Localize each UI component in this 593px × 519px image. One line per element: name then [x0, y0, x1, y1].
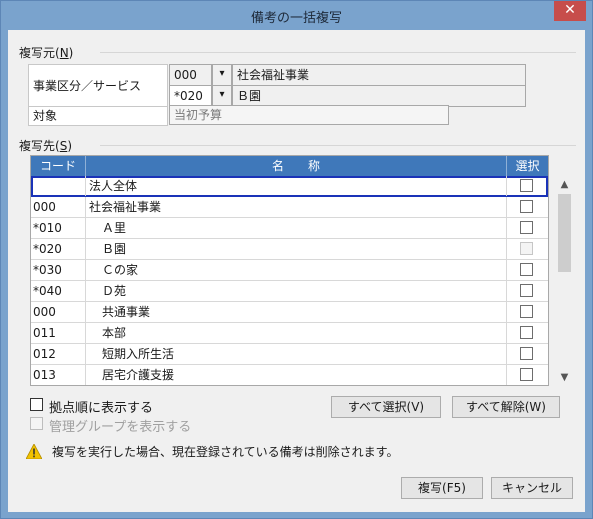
row-name: Ｂ園	[86, 239, 507, 259]
table-row[interactable]: 013 居宅介護支援	[31, 365, 548, 385]
row-name: 居宅介護支援	[86, 365, 507, 385]
table-row[interactable]: *010 Ａ里	[31, 218, 548, 239]
row-select-checkbox[interactable]	[520, 263, 533, 276]
dest-divider	[100, 145, 576, 146]
row-select-cell	[507, 239, 548, 259]
chevron-down-icon: ▾	[219, 89, 225, 100]
title-bar[interactable]: 備考の一括複写 ✕	[1, 1, 592, 30]
row-select-checkbox[interactable]	[520, 200, 533, 213]
division-label: 事業区分／サービス	[28, 64, 168, 108]
row-name: 短期入所生活	[86, 344, 507, 364]
source-divider	[100, 52, 576, 53]
source-heading: 複写元(N)	[19, 46, 74, 60]
row-select-checkbox[interactable]	[520, 326, 533, 339]
row-select-checkbox[interactable]	[520, 284, 533, 297]
row-select-cell	[507, 197, 548, 217]
row-code: 000	[31, 302, 86, 322]
row-code: 013	[31, 365, 86, 385]
table-row[interactable]: 法人全体	[31, 176, 548, 197]
dialog-body: 複写元(N) 事業区分／サービス 000 ▾ 社会福祉事業 *020 ▾ Ｂ園 …	[8, 30, 585, 512]
row-name: 社会福祉事業	[86, 197, 507, 217]
row-name: 法人全体	[86, 176, 507, 196]
checkbox-box[interactable]	[30, 417, 43, 430]
grid-scrollbar[interactable]: ▲ ▼	[556, 176, 573, 386]
dialog-title: 備考の一括複写	[250, 11, 342, 26]
row-select-cell	[507, 323, 548, 343]
service-name-field: Ｂ園	[232, 85, 526, 107]
row-code: *030	[31, 260, 86, 280]
row-code: 012	[31, 344, 86, 364]
select-all-button[interactable]: すべて選択(V)	[331, 396, 441, 418]
row-code	[31, 176, 86, 196]
division-dropdown-button[interactable]: ▾	[212, 64, 232, 86]
table-row[interactable]: *040 Ｄ苑	[31, 281, 548, 302]
row-code: *020	[31, 239, 86, 259]
column-header-code[interactable]: コード	[31, 156, 86, 176]
scroll-thumb[interactable]	[558, 194, 571, 272]
cancel-button[interactable]: キャンセル	[491, 477, 573, 499]
dialog-window: 備考の一括複写 ✕ 複写元(N) 事業区分／サービス 000 ▾ 社会福祉事業 …	[0, 0, 593, 519]
row-code: 000	[31, 197, 86, 217]
service-code-field[interactable]: *020	[169, 85, 212, 107]
row-select-cell	[507, 365, 548, 385]
close-button[interactable]: ✕	[554, 1, 586, 21]
target-label: 対象	[28, 106, 168, 126]
division-name-field: 社会福祉事業	[232, 64, 526, 86]
table-row[interactable]: *020 Ｂ園	[31, 239, 548, 260]
row-name: Ａ里	[86, 218, 507, 238]
row-select-checkbox[interactable]	[520, 179, 533, 192]
clear-all-button[interactable]: すべて解除(W)	[452, 396, 560, 418]
row-select-cell	[507, 176, 548, 196]
row-select-checkbox[interactable]	[520, 347, 533, 360]
row-code: *040	[31, 281, 86, 301]
warning-message: 複写を実行した場合、現在登録されている備考は削除されます。	[52, 445, 399, 459]
row-select-cell	[507, 344, 548, 364]
table-row[interactable]: 011 本部	[31, 323, 548, 344]
row-select-cell	[507, 260, 548, 280]
row-select-cell	[507, 281, 548, 301]
scroll-down-icon[interactable]: ▼	[556, 369, 573, 386]
row-select-checkbox[interactable]	[520, 305, 533, 318]
row-select-checkbox[interactable]	[520, 368, 533, 381]
row-name: 本部	[86, 323, 507, 343]
table-row[interactable]: 000 社会福祉事業	[31, 197, 548, 218]
dest-heading: 複写先(S)	[19, 139, 72, 153]
row-select-checkbox[interactable]	[520, 221, 533, 234]
table-row[interactable]: *030 Ｃの家	[31, 260, 548, 281]
target-field: 当初予算	[169, 105, 449, 125]
row-name: Ｄ苑	[86, 281, 507, 301]
checkbox-box[interactable]	[30, 398, 43, 411]
row-code: 011	[31, 323, 86, 343]
destination-grid: コード 名 称 選択 法人全体 000 社会福祉事業 *010 Ａ里 *020 Ｂ園 *030…	[30, 155, 549, 386]
grid-header: コード 名 称 選択	[31, 156, 548, 176]
row-select-cell	[507, 218, 548, 238]
chevron-down-icon: ▾	[219, 68, 225, 79]
scroll-up-icon[interactable]: ▲	[556, 176, 573, 193]
row-code: *010	[31, 218, 86, 238]
table-row[interactable]: 012 短期入所生活	[31, 344, 548, 365]
copy-button[interactable]: 複写(F5)	[401, 477, 483, 499]
table-row[interactable]: 000 共通事業	[31, 302, 548, 323]
row-select-cell	[507, 302, 548, 322]
row-name: Ｃの家	[86, 260, 507, 280]
row-name: 共通事業	[86, 302, 507, 322]
warning-icon	[26, 444, 42, 459]
division-code-field[interactable]: 000	[169, 64, 212, 86]
column-header-select[interactable]: 選択	[507, 156, 548, 176]
service-dropdown-button[interactable]: ▾	[212, 85, 232, 107]
column-header-name[interactable]: 名 称	[86, 156, 507, 176]
row-select-checkbox	[520, 242, 533, 255]
